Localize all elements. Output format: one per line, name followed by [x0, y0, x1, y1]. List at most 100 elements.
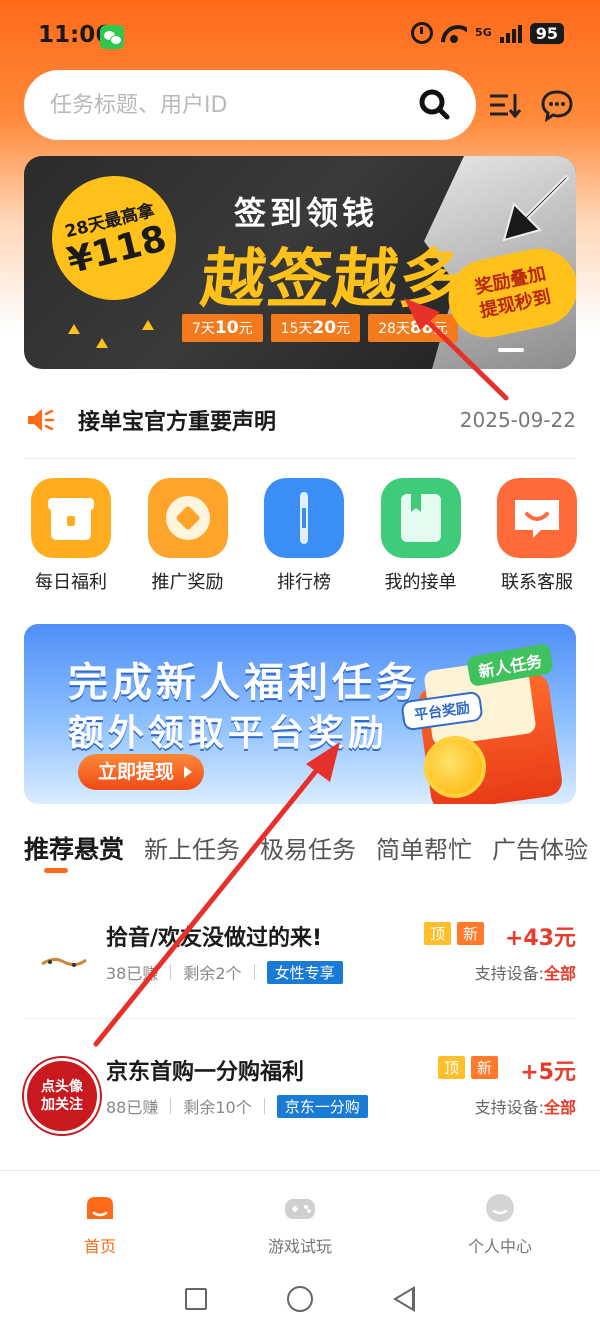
task-category-badge: 京东一分购 [276, 1094, 368, 1118]
quick-item-label: 排行榜 [277, 572, 331, 593]
task-reward: +5元 [520, 1060, 576, 1085]
quick-entry-grid: 每日福利 推广奖励 排行榜 我的接单 联系客服 [16, 478, 592, 594]
battery-indicator: 95 [529, 22, 564, 44]
task-remaining-count: 剩余2个 [183, 964, 242, 983]
coin-decoration-icon [424, 736, 486, 798]
search-input[interactable] [50, 92, 390, 118]
task-item[interactable]: 点头像 加关注 京东首购一分购福利 88已赚 剩余10个 京东一分购 顶 新 +… [24, 1054, 576, 1154]
gamepad-icon [285, 1199, 315, 1219]
banner-title: 越签越多 [197, 243, 470, 317]
reward-chip: 7天10元 [182, 314, 263, 342]
task-item[interactable]: 拾音/欢友没做过的来! 38已赚 剩余2个 女性专享 顶 新 +43元 支持设备… [24, 920, 576, 1020]
tab-easy-tasks[interactable]: 极易任务 [260, 830, 356, 874]
nav-game-trial[interactable]: 游戏试玩 [200, 1171, 400, 1266]
quick-item-ranking[interactable]: 排行榜 [249, 478, 359, 594]
arrow-decoration-icon [502, 174, 570, 242]
tab-new-tasks[interactable]: 新上任务 [144, 830, 240, 874]
stat-separator [253, 964, 255, 980]
wechat-notification-icon [100, 25, 124, 49]
task-thumbnail [24, 924, 100, 1000]
task-thumbnail: 点头像 加关注 [24, 1058, 100, 1134]
task-stats: 88已赚 剩余10个 京东一分购 [106, 1094, 368, 1118]
network-type-label: 5G [475, 26, 492, 39]
stat-separator [170, 964, 172, 980]
task-reward: +43元 [504, 926, 576, 951]
search-icon[interactable] [418, 88, 450, 120]
nav-label: 个人中心 [467, 1237, 532, 1256]
task-category-badge: 女性专享 [266, 960, 343, 984]
banner2-line2: 额外领取平台奖励 [68, 713, 389, 754]
recent-apps-icon[interactable] [185, 1288, 207, 1310]
quick-item-label: 推广奖励 [151, 572, 224, 593]
active-tab-indicator [44, 868, 68, 873]
bottom-navigation: 首页 游戏试玩 个人中心 [0, 1170, 600, 1266]
divider [24, 458, 576, 459]
tab-recommended[interactable]: 推荐悬赏 [24, 830, 124, 874]
speaker-icon [28, 409, 55, 431]
signal-icon [499, 23, 522, 43]
task-tags: 顶 新 [423, 922, 484, 945]
reward-chips: 7天10元 15天20元 28天88元 [182, 314, 458, 342]
reward-chip: 28天88元 [368, 314, 458, 342]
newbie-task-banner[interactable]: 新人任务 平台奖励 完成新人福利任务 额外领取平台奖励 立即提现 [24, 624, 576, 804]
nav-label: 游戏试玩 [267, 1237, 332, 1256]
search-bar[interactable] [24, 70, 476, 140]
stat-separator [263, 1098, 265, 1114]
quick-item-label: 我的接单 [384, 572, 457, 593]
home-icon [87, 1197, 113, 1219]
task-device-support: 支持设备:全部 [474, 1098, 576, 1117]
task-title: 京东首购一分购福利 [106, 1060, 305, 1085]
reward-chip: 15天20元 [270, 314, 361, 342]
stat-separator [170, 1098, 172, 1114]
new-tag: 新 [456, 922, 484, 945]
triangle-decoration [68, 324, 80, 334]
notice-date: 2025-09-22 [459, 408, 576, 432]
tab-simple-help[interactable]: 简单帮忙 [376, 830, 472, 874]
pinned-tag: 顶 [437, 1056, 465, 1079]
task-earned-count: 88已赚 [106, 1098, 159, 1117]
nav-profile[interactable]: 个人中心 [400, 1171, 600, 1266]
divider [24, 1018, 576, 1019]
max-reward-badge: 28天最高拿 ¥118 [38, 162, 190, 314]
nav-home[interactable]: 首页 [0, 1171, 200, 1266]
tab-ad-experience[interactable]: 广告体验 [492, 830, 588, 874]
home-button-icon[interactable] [287, 1286, 313, 1312]
quick-item-promotion-reward[interactable]: 推广奖励 [133, 478, 243, 594]
notice-title: 接单宝官方重要声明 [78, 410, 277, 435]
triangle-decoration [142, 320, 154, 330]
task-remaining-count: 剩余10个 [183, 1098, 252, 1117]
quick-item-daily-welfare[interactable]: 每日福利 [16, 478, 126, 594]
task-earned-count: 38已赚 [106, 964, 159, 983]
status-bar: 11:06 5G 95 [0, 0, 600, 70]
alarm-icon [411, 22, 434, 44]
notice-bar[interactable]: 接单宝官方重要声明 2025-09-22 [24, 390, 576, 450]
gift-icon [31, 478, 111, 558]
withdraw-now-button[interactable]: 立即提现 [78, 754, 205, 790]
quick-item-label: 每日福利 [35, 572, 107, 593]
task-tags: 顶 新 [437, 1056, 498, 1079]
task-stats: 38已赚 剩余2个 女性专享 [106, 960, 343, 984]
quick-item-customer-service[interactable]: 联系客服 [482, 478, 592, 594]
quick-item-my-orders[interactable]: 我的接单 [366, 478, 476, 594]
back-icon[interactable] [393, 1286, 415, 1312]
quick-item-label: 联系客服 [501, 572, 573, 593]
nav-label: 首页 [83, 1237, 116, 1256]
triangle-decoration [96, 338, 108, 348]
book-icon [380, 478, 461, 558]
profile-icon [486, 1194, 514, 1222]
system-navigation-bar [0, 1266, 600, 1332]
banner2-line1: 完成新人福利任务 [68, 660, 420, 706]
carousel-indicator [498, 348, 524, 352]
message-icon[interactable] [540, 88, 574, 122]
task-title: 拾音/欢友没做过的来! [106, 926, 323, 951]
checkin-banner[interactable]: 28天最高拿 ¥118 签到领钱 越签越多 7天10元 15天20元 28天88… [24, 156, 576, 369]
ranking-icon [264, 478, 344, 558]
new-tag: 新 [470, 1056, 498, 1079]
sort-icon[interactable] [488, 90, 522, 120]
task-category-tabs: 推荐悬赏 新上任务 极易任务 简单帮忙 广告体验 [24, 830, 600, 874]
coin-icon [147, 478, 228, 558]
task-device-support: 支持设备:全部 [474, 964, 576, 983]
wifi-icon [441, 23, 467, 43]
pinned-tag: 顶 [423, 922, 451, 945]
service-icon [497, 478, 577, 558]
